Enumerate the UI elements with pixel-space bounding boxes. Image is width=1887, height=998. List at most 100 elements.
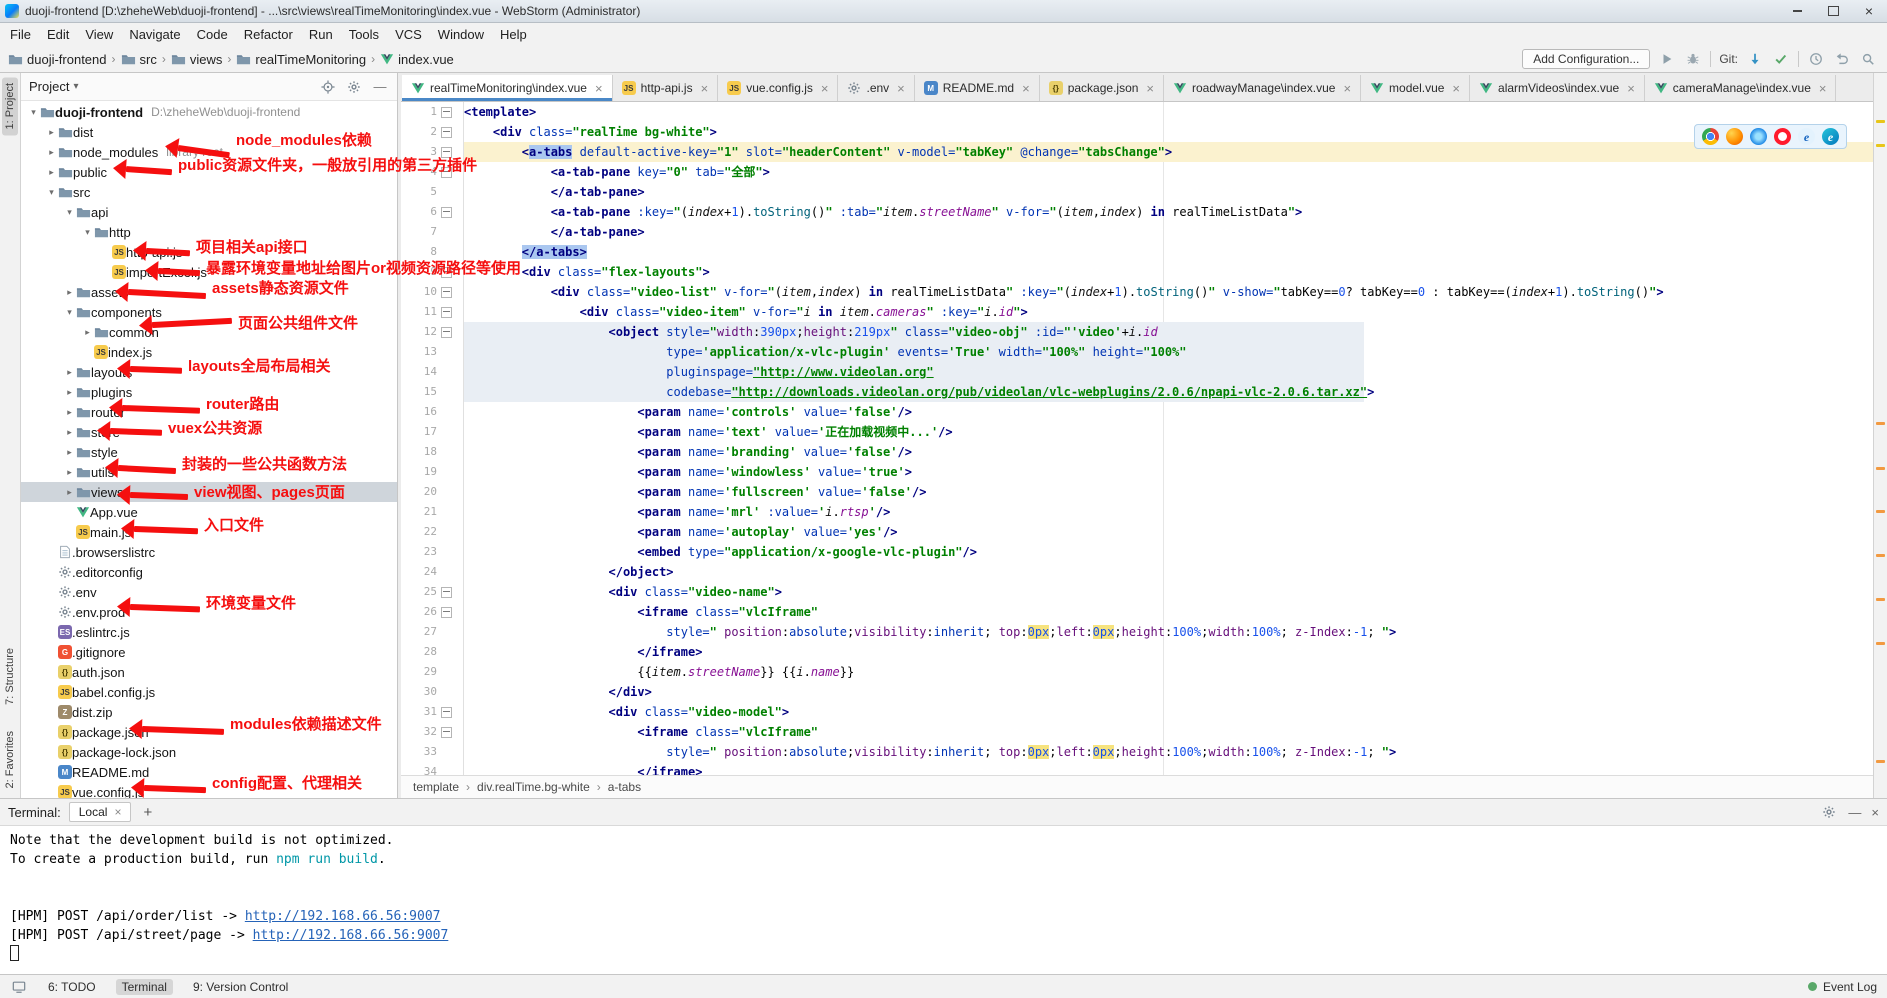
breadcrumb-item-views[interactable]: views [171,52,223,67]
chevron-down-icon[interactable]: ▾ [63,307,76,318]
ie-browser-icon[interactable]: e [1798,128,1815,145]
undo-icon[interactable] [1833,50,1851,68]
fold-marker-icon[interactable] [441,727,452,738]
fold-marker-icon[interactable] [441,607,452,618]
hide-panel-icon[interactable]: — [371,78,389,96]
tab-http-api-js[interactable]: JShttp-api.js× [613,75,719,101]
menu-file[interactable]: File [2,25,39,44]
tree-item-importexcel-js[interactable]: JSimportExcel.js [21,262,397,282]
breadcrumb-item-realtimemonitoring[interactable]: realTimeMonitoring [236,52,366,67]
status-6-todo[interactable]: 6: TODO [42,979,102,995]
code-line-6[interactable]: 6 <a-tab-pane :key="(index+1).toString()… [401,202,1873,222]
close-icon[interactable]: × [595,81,603,96]
add-configuration-button[interactable]: Add Configuration... [1522,49,1650,69]
menu-code[interactable]: Code [189,25,236,44]
tree-item-package-lock-json[interactable]: {}package-lock.json [21,742,397,762]
tree-item-package-json[interactable]: {}package.json [21,722,397,742]
run-play-icon[interactable] [1658,50,1676,68]
code-editor[interactable]: 1<template>2 <div class="realTime bg-whi… [401,102,1873,775]
chevron-right-icon[interactable]: ▸ [81,327,94,338]
tab-cameramanage-index-vue[interactable]: cameraManage\index.vue× [1645,75,1837,101]
firefox-browser-icon[interactable] [1726,128,1743,145]
tree-item-duoji-frontend[interactable]: ▾duoji-frontendD:\zheheWeb\duoji-fronten… [21,102,397,122]
breadcrumb-item-duoji-frontend[interactable]: duoji-frontend [8,52,107,67]
code-line-24[interactable]: 24 </object> [401,562,1873,582]
tree-item-api[interactable]: ▾api [21,202,397,222]
code-line-32[interactable]: 32 <iframe class="vlcIframe" [401,722,1873,742]
code-line-11[interactable]: 11 <div class="video-item" v-for="i in i… [401,302,1873,322]
close-panel-icon[interactable]: × [1871,805,1879,820]
chevron-right-icon[interactable]: ▸ [63,487,76,498]
fold-marker-icon[interactable] [441,107,452,118]
tree-item-style[interactable]: ▸style [21,442,397,462]
code-line-19[interactable]: 19 <param name='windowless' value='true'… [401,462,1873,482]
tab-roadwaymanage-index-vue[interactable]: roadwayManage\index.vue× [1164,75,1361,101]
code-line-2[interactable]: 2 <div class="realTime bg-white"> [401,122,1873,142]
history-clock-icon[interactable] [1807,50,1825,68]
editor-scrollbar-stripe[interactable] [1873,73,1887,798]
tree-item-dist-zip[interactable]: Zdist.zip [21,702,397,722]
tab-model-vue[interactable]: model.vue× [1361,75,1470,101]
terminal-tab-local[interactable]: Local × [69,802,132,822]
close-icon[interactable]: × [1452,81,1460,96]
code-line-4[interactable]: 4 <a-tab-pane key="0" tab="全部"> [401,162,1873,182]
menu-navigate[interactable]: Navigate [121,25,188,44]
status-9-version-control[interactable]: 9: Version Control [187,979,294,995]
code-line-34[interactable]: 34 </iframe> [401,762,1873,775]
breadcrumb-item-index-vue[interactable]: index.vue [380,52,454,67]
close-icon[interactable]: × [821,81,829,96]
tool-strip-2-favorites[interactable]: 2: Favorites [2,725,18,794]
editor-breadcrumb-div-realtime-bg-white[interactable]: div.realTime.bg-white [477,780,590,794]
menu-help[interactable]: Help [492,25,535,44]
tree-item--browserslistrc[interactable]: .browserslistrc [21,542,397,562]
menu-run[interactable]: Run [301,25,341,44]
tree-item-main-js[interactable]: JSmain.js [21,522,397,542]
code-line-5[interactable]: 5 </a-tab-pane> [401,182,1873,202]
tree-item--eslintrc-js[interactable]: ES.eslintrc.js [21,622,397,642]
close-icon[interactable]: × [1627,81,1635,96]
tab--env[interactable]: .env× [838,75,914,101]
terminal-link[interactable]: http://192.168.66.56:9007 [245,909,441,924]
menu-edit[interactable]: Edit [39,25,77,44]
code-line-13[interactable]: 13 type='application/x-vlc-plugin' event… [401,342,1873,362]
tree-item-common[interactable]: ▸common [21,322,397,342]
tree-item-store[interactable]: ▸store [21,422,397,442]
tree-item-src[interactable]: ▾src [21,182,397,202]
code-line-16[interactable]: 16 <param name='controls' value='false'/… [401,402,1873,422]
code-line-9[interactable]: 9 <div class="flex-layouts"> [401,262,1873,282]
search-icon[interactable] [1859,50,1877,68]
chevron-down-icon[interactable]: ▾ [27,107,40,118]
fold-marker-icon[interactable] [441,307,452,318]
tree-item-assets[interactable]: ▸assets [21,282,397,302]
chevron-right-icon[interactable]: ▸ [45,147,58,158]
menu-tools[interactable]: Tools [341,25,387,44]
chevron-right-icon[interactable]: ▸ [45,127,58,138]
tab-realtimemonitoring-index-vue[interactable]: realTimeMonitoring\index.vue× [402,75,613,101]
tree-item-public[interactable]: ▸public [21,162,397,182]
maximize-button[interactable] [1815,0,1851,22]
tab-package-json[interactable]: {}package.json× [1040,75,1164,101]
tree-item-utils[interactable]: ▸utils [21,462,397,482]
code-line-33[interactable]: 33 style=" position:absolute;visibility:… [401,742,1873,762]
tree-item-http[interactable]: ▾http [21,222,397,242]
event-log-button[interactable]: Event Log [1808,980,1877,994]
tree-item-components[interactable]: ▾components [21,302,397,322]
status-terminal[interactable]: Terminal [116,979,173,995]
code-line-22[interactable]: 22 <param name='autoplay' value='yes'/> [401,522,1873,542]
code-line-10[interactable]: 10 <div class="video-list" v-for="(item,… [401,282,1873,302]
terminal-output[interactable]: Note that the development build is not o… [0,826,1887,974]
tree-item-views[interactable]: ▸views [21,482,397,502]
close-icon[interactable]: × [701,81,709,96]
tree-item-dist[interactable]: ▸dist [21,122,397,142]
tool-strip-7-structure[interactable]: 7: Structure [2,642,18,711]
chevron-down-icon[interactable]: ▾ [81,227,94,238]
code-line-14[interactable]: 14 pluginspage="http://www.videolan.org" [401,362,1873,382]
tree-item--editorconfig[interactable]: .editorconfig [21,562,397,582]
tree-item-index-js[interactable]: JSindex.js [21,342,397,362]
chevron-right-icon[interactable]: ▸ [63,447,76,458]
git-commit-icon[interactable] [1772,50,1790,68]
tree-item--env[interactable]: .env [21,582,397,602]
code-line-30[interactable]: 30 </div> [401,682,1873,702]
tree-item-vue-config-js[interactable]: JSvue.config.js [21,782,397,798]
git-update-icon[interactable] [1746,50,1764,68]
